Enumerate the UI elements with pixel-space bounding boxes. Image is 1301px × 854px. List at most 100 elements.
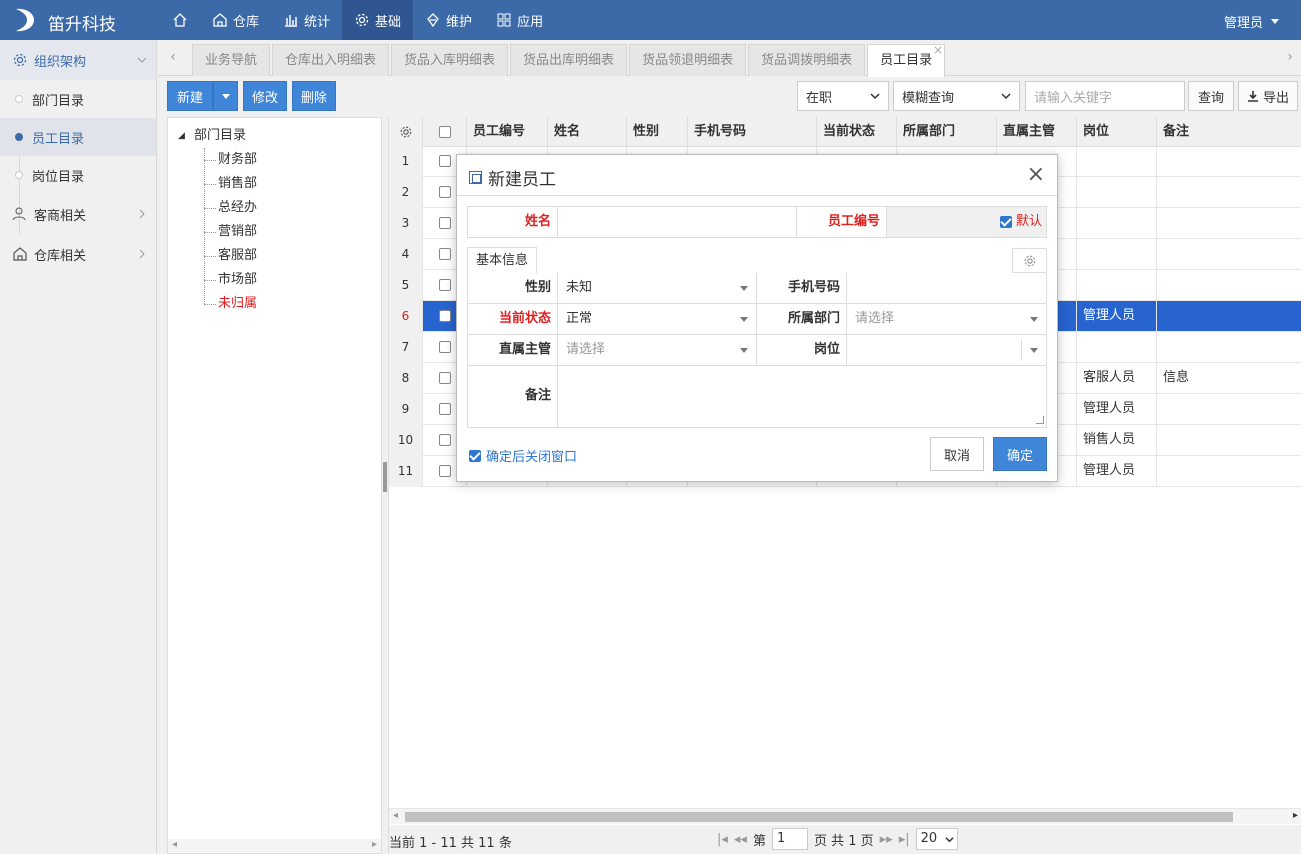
scroll-right-icon[interactable]: ▸ [372, 839, 377, 850]
close-icon[interactable]: × [1027, 163, 1045, 187]
col-header[interactable]: 所属部门 [897, 117, 997, 147]
post-select[interactable] [847, 335, 1046, 365]
prev-page-icon[interactable]: ◂◂ [734, 832, 747, 847]
resize-handle-icon[interactable] [1036, 416, 1044, 424]
col-header[interactable]: 性别 [627, 117, 688, 147]
chevron-right-icon[interactable]: › [1283, 50, 1297, 64]
tree-scrollbar[interactable]: ◂ ▸ [168, 839, 381, 853]
main-nav: 仓库 统计 基础 维护 应用 [160, 0, 555, 40]
confirm-button[interactable]: 确定 [993, 437, 1047, 471]
manager-select[interactable]: 请选择 [558, 335, 757, 365]
first-page-icon[interactable]: |◂ [717, 832, 728, 847]
panel-collapse-handle[interactable] [383, 462, 387, 492]
nav-maintenance[interactable]: 维护 [413, 0, 484, 40]
chevron-right-icon [139, 249, 145, 259]
checkbox-icon [438, 155, 451, 167]
name-label: 姓名 [468, 207, 558, 237]
nav-warehouse[interactable]: 仓库 [200, 0, 271, 40]
cell-note [1157, 146, 1301, 177]
page-input[interactable]: 1 [771, 828, 808, 850]
grid-settings[interactable] [389, 117, 423, 147]
chevron-left-icon[interactable]: ‹ [166, 50, 180, 64]
scroll-left-icon[interactable]: ◂ [393, 810, 398, 821]
window-icon [469, 171, 482, 184]
tab-warehouse-io[interactable]: 仓库出入明细表 [272, 44, 390, 76]
sidebar-item-departments[interactable]: 部门目录 [0, 80, 156, 118]
col-header[interactable]: 岗位 [1077, 117, 1157, 147]
close-icon[interactable]: × [933, 43, 943, 57]
tree-root[interactable]: ◢ 部门目录 [176, 124, 257, 148]
nav-home[interactable] [160, 0, 200, 40]
tree-node[interactable]: 销售部 [176, 172, 257, 196]
page-size-select[interactable]: 20 [915, 828, 958, 850]
employee-code-input[interactable]: 默认 [887, 207, 1046, 237]
cancel-button[interactable]: 取消 [930, 437, 984, 471]
name-input[interactable] [558, 207, 797, 237]
nav-statistics-label: 统计 [304, 14, 331, 30]
edit-button[interactable]: 修改 [243, 81, 287, 111]
manager-placeholder: 请选择 [566, 342, 606, 357]
keyword-input[interactable]: 请输入关键字 [1025, 81, 1185, 111]
new-dropdown-button[interactable] [213, 81, 238, 111]
col-header[interactable]: 直属主管 [997, 117, 1077, 147]
tree-node[interactable]: 财务部 [176, 148, 257, 172]
default-label: 默认 [1015, 214, 1042, 229]
tab-goods-return[interactable]: 货品领退明细表 [629, 44, 747, 76]
tree-node[interactable]: 客服部 [176, 244, 257, 268]
tab-basic-info[interactable]: 基本信息 [467, 247, 538, 275]
tree-node[interactable]: 营销部 [176, 220, 257, 244]
tab-settings-button[interactable] [1012, 248, 1047, 273]
tab-business-nav[interactable]: 业务导航 [192, 44, 271, 76]
tree-node-unassigned[interactable]: 未归属 [176, 292, 257, 316]
scroll-left-icon[interactable]: ◂ [172, 839, 177, 850]
sidebar-item-positions[interactable]: 岗位目录 [0, 156, 156, 194]
gender-select[interactable]: 未知 [558, 273, 757, 303]
checkbox-icon [438, 310, 451, 322]
checkbox-icon [438, 186, 451, 198]
status-filter-select[interactable]: 在职 [797, 81, 889, 111]
checkbox-icon [438, 279, 451, 291]
col-header[interactable]: 备注 [1157, 117, 1301, 147]
row-number: 4 [389, 239, 423, 270]
grid-scrollbar[interactable]: ◂ ▸ [389, 808, 1301, 824]
tab-goods-out[interactable]: 货品出库明细表 [510, 44, 628, 76]
close-after-confirm-checkbox[interactable]: 确定后关闭窗口 [469, 446, 577, 465]
status-select[interactable]: 正常 [558, 304, 757, 334]
note-textarea[interactable] [558, 366, 1046, 426]
nav-apps[interactable]: 应用 [484, 0, 555, 40]
tab-employees[interactable]: 员工目录 × [867, 43, 946, 77]
bar-chart-icon [285, 15, 298, 27]
select-all-checkbox[interactable] [423, 117, 467, 147]
user-menu[interactable]: 管理员 [1224, 12, 1279, 31]
col-header[interactable]: 员工编号 [467, 117, 548, 147]
caret-down-icon [1271, 19, 1279, 24]
export-label: 导出 [1262, 90, 1289, 106]
default-checkbox[interactable]: 默认 [999, 214, 1042, 229]
nav-statistics[interactable]: 统计 [271, 0, 342, 40]
sidebar-group-org[interactable]: 组织架构 [0, 40, 156, 80]
query-mode-select[interactable]: 模糊查询 [893, 81, 1020, 111]
sidebar-group-clients[interactable]: 客商相关 [0, 194, 156, 234]
tree-node[interactable]: 市场部 [176, 268, 257, 292]
scroll-right-icon[interactable]: ▸ [1293, 810, 1298, 821]
sidebar-group-warehouse[interactable]: 仓库相关 [0, 234, 156, 274]
scroll-thumb[interactable] [405, 812, 1233, 822]
tree-node[interactable]: 总经办 [176, 196, 257, 220]
page-prefix: 第 [752, 833, 766, 849]
col-header[interactable]: 手机号码 [688, 117, 817, 147]
delete-button[interactable]: 删除 [292, 81, 336, 111]
export-button[interactable]: 导出 [1238, 81, 1298, 111]
query-button[interactable]: 查询 [1188, 81, 1234, 111]
col-header[interactable]: 姓名 [548, 117, 627, 147]
tab-goods-in[interactable]: 货品入库明细表 [391, 44, 509, 76]
col-header[interactable]: 当前状态 [817, 117, 897, 147]
new-button[interactable]: 新建 [167, 81, 213, 111]
next-page-icon[interactable]: ▸▸ [880, 832, 893, 847]
tree-expand-icon[interactable]: ◢ [178, 124, 185, 148]
sidebar-item-employees[interactable]: 员工目录 [0, 118, 156, 156]
department-select[interactable]: 请选择 [847, 304, 1046, 334]
tab-goods-transfer[interactable]: 货品调拨明细表 [748, 44, 866, 76]
nav-basic[interactable]: 基础 [342, 0, 414, 40]
last-page-icon[interactable]: ▸| [899, 832, 910, 847]
phone-input[interactable] [847, 273, 1046, 303]
